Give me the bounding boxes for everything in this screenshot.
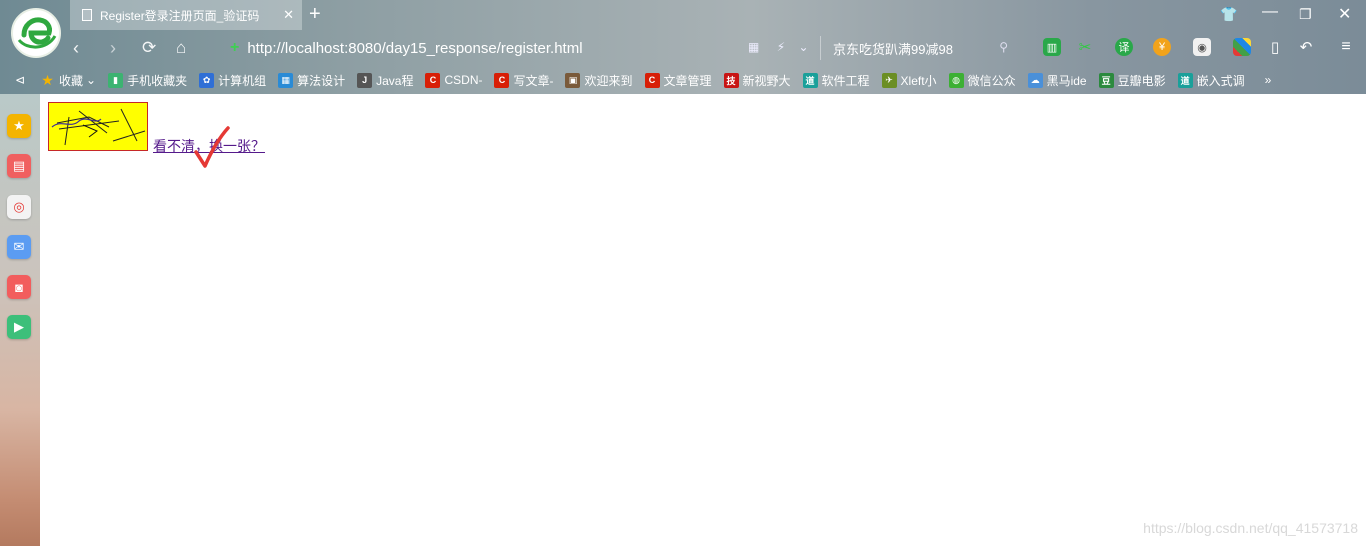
bookmark-item[interactable]: 技新视野大 [723, 72, 791, 89]
sidebar-weibo-icon[interactable]: ◎ [7, 195, 31, 219]
home-icon[interactable]: ⌂ [176, 38, 186, 58]
new-tab-button[interactable]: + [309, 3, 321, 26]
star-icon: ★ [41, 71, 54, 88]
tablet-icon[interactable]: ▯ [1266, 38, 1284, 56]
bookmark-item[interactable]: C 文章管理 [644, 72, 712, 89]
bookmark-label: Java程 [376, 73, 414, 88]
bookmark-label: Xleft小 [900, 73, 937, 88]
book-icon: ▦ [278, 72, 294, 88]
address-bar[interactable]: + http://localhost:8080/day15_response/r… [230, 36, 820, 60]
payment-icon[interactable]: ¥ [1153, 38, 1171, 56]
douban-icon: 豆 [1098, 72, 1114, 88]
reading-icon[interactable]: ▥ [1043, 38, 1061, 56]
java-icon: J [357, 72, 373, 88]
bookmark-label: 新视野大 [742, 73, 791, 88]
bookmark-item[interactable]: ▮ 手机收藏夹 [108, 72, 187, 89]
restore-button[interactable]: ❐ [1299, 6, 1312, 23]
paw-icon: ✿ [199, 72, 215, 88]
minimize-button[interactable]: — [1262, 3, 1278, 21]
csdn-icon: C [644, 72, 660, 88]
skin-icon[interactable]: 👕 [1220, 6, 1237, 23]
csdn-icon: C [494, 72, 510, 88]
sidebar-mail-icon[interactable]: ✉ [7, 235, 31, 259]
qr-code-icon[interactable]: ▦ [748, 40, 759, 54]
chevron-down-icon[interactable]: ⌄ [86, 73, 96, 87]
reload-icon[interactable]: ⟳ [142, 38, 156, 58]
bookmark-item[interactable]: 道嵌入式调 [1177, 72, 1245, 89]
url-text: http://localhost:8080/day15_response/reg… [247, 39, 583, 57]
bookmark-item[interactable]: 豆豆瓣电影 [1098, 72, 1166, 89]
bookmark-label: 嵌入式调 [1196, 73, 1245, 88]
site-info-icon[interactable]: + [230, 39, 239, 57]
bookmark-item[interactable]: ★ 收藏 ⌄ [40, 72, 96, 89]
bookmark-label: 豆瓣电影 [1117, 73, 1166, 88]
search-text: 京东吃货趴满99减98 [833, 41, 953, 57]
chevron-down-icon[interactable]: ⌄ [798, 40, 808, 54]
bookmark-label: 软件工程 [821, 73, 870, 88]
bookmark-item[interactable]: ✈ Xleft小 [881, 72, 937, 89]
sidebar-news-icon[interactable]: ▤ [7, 154, 31, 178]
bookmark-item[interactable]: ☁ 黑马ide [1027, 72, 1087, 89]
sidebar-toggle-icon[interactable]: ⊲ [0, 73, 40, 87]
bookmark-label: 手机收藏夹 [127, 73, 188, 88]
bookmark-item[interactable]: ◍ 微信公众 [948, 72, 1016, 89]
page-content: 看不清，换一张？ [40, 94, 1366, 546]
left-sidebar: ★ ▤ ◎ ✉ ◙ ▶ [0, 94, 40, 546]
bookmark-label: 收藏 [59, 73, 84, 88]
bookmarks-bar: ⊲ ★ 收藏 ⌄ ▮ 手机收藏夹 ✿ 计算机组 ▦ 算法设计 J Java程 C CSDN- C 写文章-… [0, 66, 1366, 94]
sidebar-game-icon[interactable]: ◙ [7, 275, 31, 299]
scissors-icon[interactable]: ✂ [1076, 38, 1094, 56]
game-icon[interactable]: ◉ [1193, 38, 1211, 56]
phone-icon: ▮ [108, 72, 124, 88]
tab-title: Register登录注册页面_验证码 [100, 8, 260, 23]
close-tab-icon[interactable]: ✕ [283, 7, 294, 23]
bookmark-item[interactable]: ▣ 欢迎来到 [565, 72, 633, 89]
bookmark-label: 微信公众 [967, 73, 1016, 88]
search-box[interactable]: 京东吃货趴满99减98 ⚲ [820, 36, 1020, 60]
url-tools: ▦ ⚡ ⌄ [748, 40, 809, 54]
close-window-button[interactable]: ✕ [1338, 4, 1351, 24]
document-icon [82, 9, 92, 21]
bookmark-label: 算法设计 [297, 73, 346, 88]
tab-register[interactable]: Register登录注册页面_验证码 ✕ [70, 0, 302, 30]
watermark: https://blog.csdn.net/qq_41573718 [1143, 520, 1358, 536]
translate-icon[interactable]: 译 [1115, 38, 1133, 56]
dao-icon: 道 [802, 72, 818, 88]
wechat-icon: ◍ [948, 72, 964, 88]
captcha-image[interactable] [48, 102, 148, 151]
bookmark-label: 计算机组 [218, 73, 267, 88]
back-icon[interactable]: ‹ [73, 38, 79, 59]
speed-mode-icon[interactable]: ⚡ [777, 40, 785, 54]
bookmark-item[interactable]: J Java程 [357, 72, 413, 89]
forward-icon[interactable]: › [110, 38, 116, 59]
browser-chrome: Register登录注册页面_验证码 ✕ + 👕 — ❐ ✕ ‹ › ⟳ ⌂ +… [0, 0, 1366, 94]
more-bookmarks-icon[interactable]: » [1265, 73, 1272, 87]
browser-logo-icon[interactable] [11, 8, 61, 58]
cloud-icon: ☁ [1027, 72, 1043, 88]
bookmark-label: 文章管理 [663, 73, 712, 88]
bookmark-label: CSDN- [444, 73, 483, 87]
bookmark-label: 黑马ide [1046, 73, 1087, 88]
xleft-icon: ✈ [881, 72, 897, 88]
bookmark-label: 欢迎来到 [584, 73, 633, 88]
apps-icon[interactable] [1233, 38, 1251, 56]
image-icon: ▣ [565, 72, 581, 88]
bookmark-item[interactable]: 道软件工程 [802, 72, 870, 89]
undo-icon[interactable]: ↶ [1297, 38, 1315, 56]
bookmark-item[interactable]: ▦ 算法设计 [278, 72, 345, 89]
dao-icon: 道 [1177, 72, 1193, 88]
check-mark-icon [194, 126, 230, 168]
tech-icon: 技 [723, 72, 739, 88]
csdn-icon: C [425, 72, 441, 88]
search-icon[interactable]: ⚲ [999, 40, 1008, 54]
menu-icon[interactable]: ≡ [1337, 38, 1355, 56]
bookmark-item[interactable]: ✿ 计算机组 [199, 72, 266, 89]
bookmark-label: 写文章- [513, 73, 554, 88]
sidebar-favorites-icon[interactable]: ★ [7, 114, 31, 138]
sidebar-tv-icon[interactable]: ▶ [7, 315, 31, 339]
bookmark-item[interactable]: C CSDN- [425, 72, 483, 88]
bookmark-item[interactable]: C 写文章- [494, 72, 553, 89]
